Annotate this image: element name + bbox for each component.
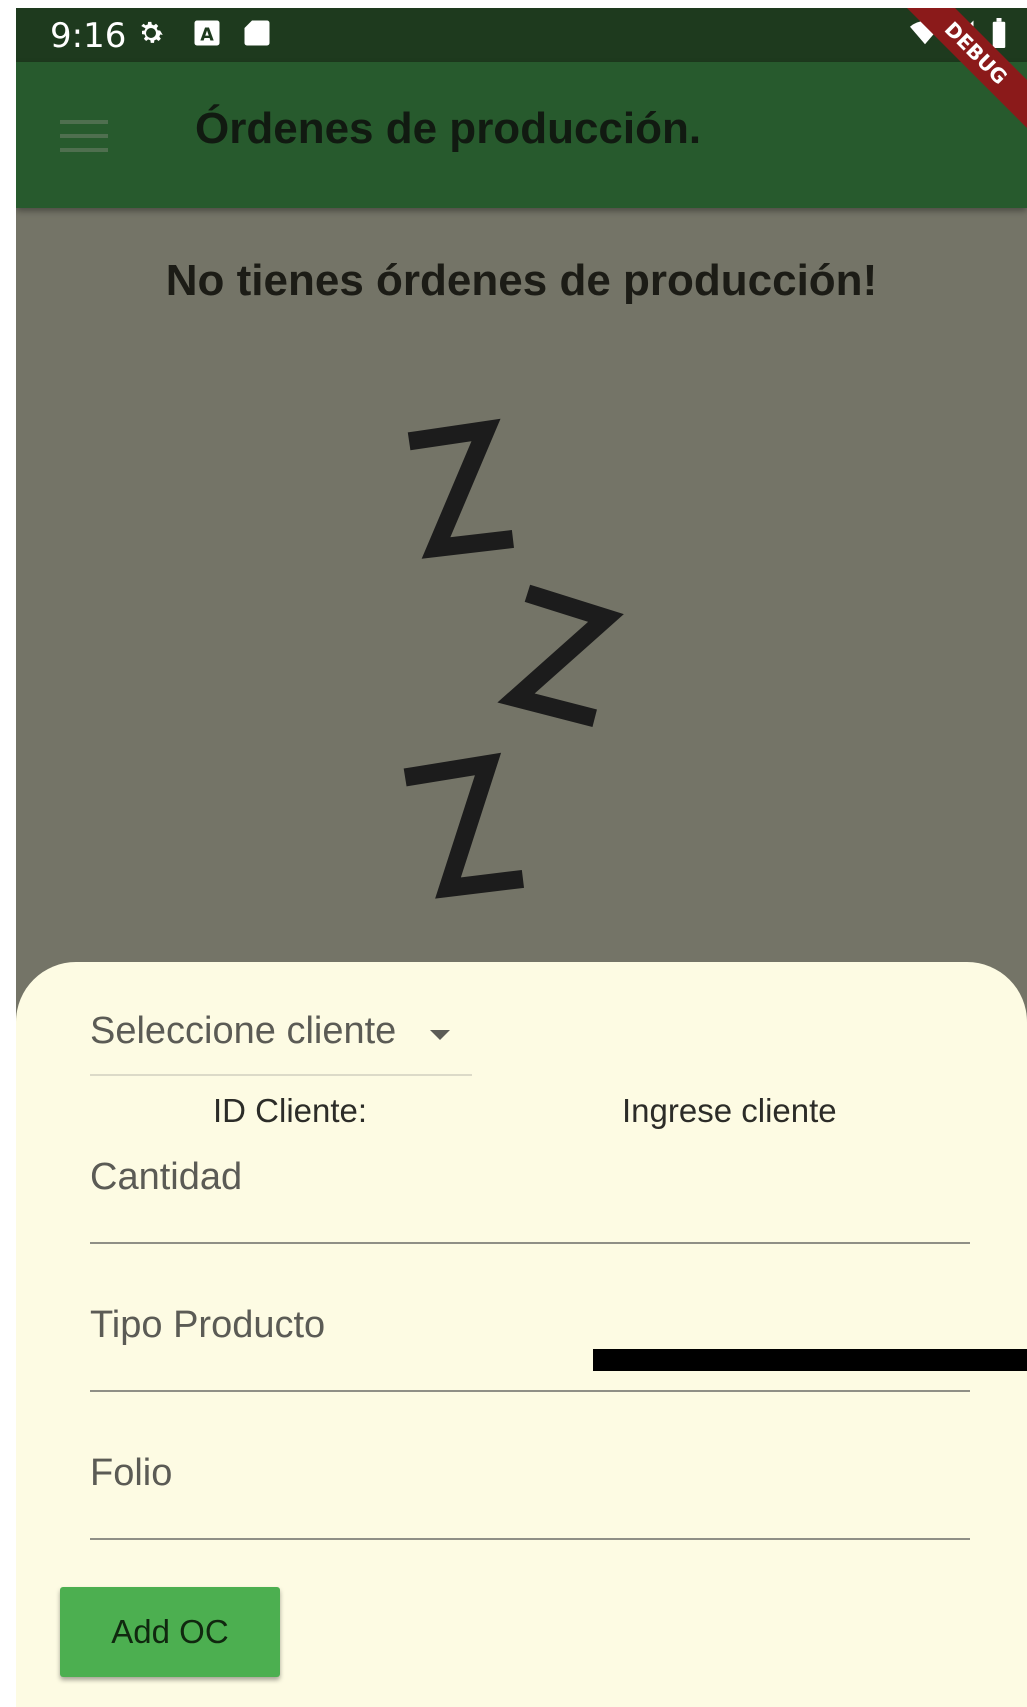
page-title: Órdenes de producción. [195,104,702,153]
add-order-sheet: Seleccione cliente ID Cliente: Ingrese c… [16,962,1027,1707]
folio-input[interactable] [90,1438,970,1508]
empty-state-message: No tienes órdenes de producción! [165,256,878,305]
hamburger-menu-icon[interactable] [60,116,108,156]
cantidad-field[interactable] [90,1142,970,1244]
client-dropdown-value: Seleccione cliente [90,1010,397,1052]
svg-text:A: A [200,26,214,46]
keyboard-a-icon: A [194,20,220,46]
zzz-sleep-icon [403,418,624,899]
status-bar: 9:16 A [16,8,1027,62]
add-oc-button[interactable]: Add OC [60,1587,280,1677]
redaction-bar [593,1349,1027,1371]
phone-screen: 9:16 A Órdenes de producción. DEBUG No t… [16,8,1027,1707]
status-time: 9:16 [50,16,127,56]
tipo-producto-field[interactable] [90,1290,970,1392]
folio-field[interactable] [90,1438,970,1540]
id-cliente-label: ID Cliente: [213,1092,368,1129]
client-dropdown[interactable]: Seleccione cliente [90,1006,472,1076]
app-bar: Órdenes de producción. [16,62,1027,208]
gear-icon [141,21,163,43]
sd-card-icon [244,20,270,46]
id-cliente-value: Ingrese cliente [622,1092,837,1129]
chevron-down-icon [430,1030,450,1040]
cantidad-input[interactable] [90,1142,970,1212]
